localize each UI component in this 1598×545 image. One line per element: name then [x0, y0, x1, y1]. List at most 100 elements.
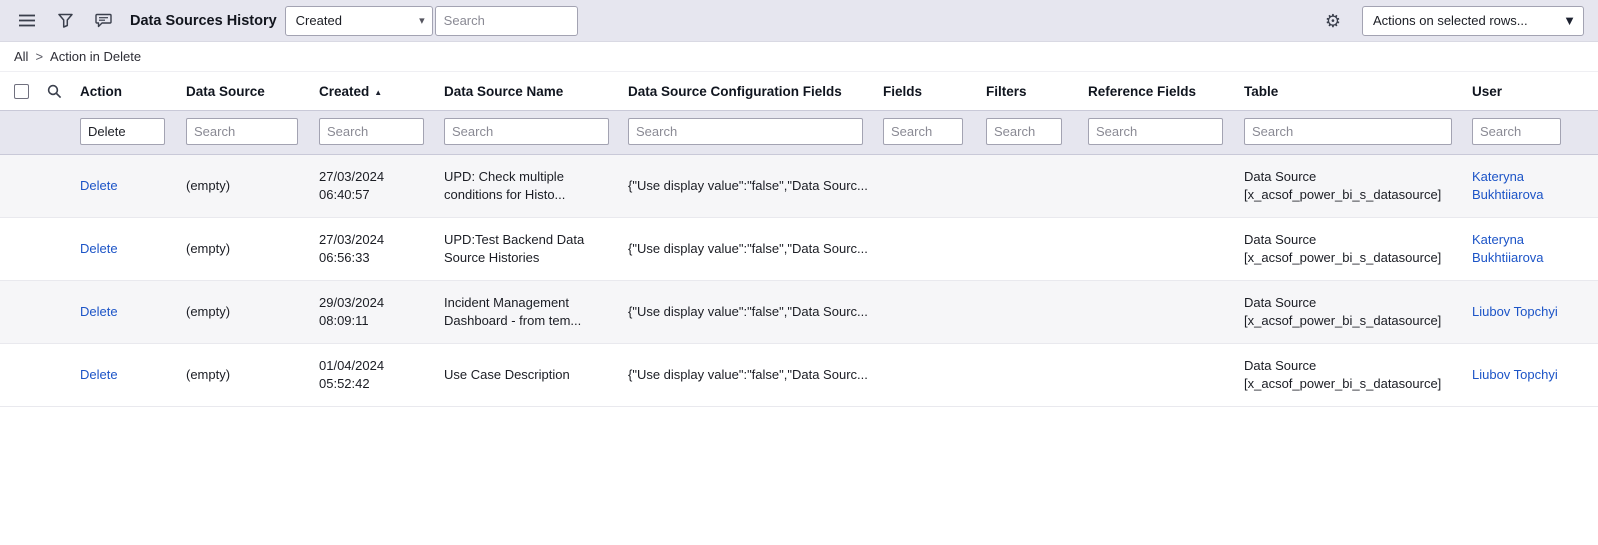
user-link[interactable]: Kateryna Bukhtiiarova	[1472, 169, 1544, 202]
filter-input-user[interactable]	[1472, 117, 1561, 145]
column-label: Action	[80, 83, 122, 99]
filter-row	[0, 109, 1598, 155]
menu-icon	[19, 14, 35, 27]
filter-input-created[interactable]	[319, 117, 424, 145]
column-label: User	[1472, 83, 1503, 99]
data-source-name-cell: Incident Management Dashboard - from tem…	[438, 280, 622, 344]
data-source-cell: (empty)	[180, 217, 313, 281]
column-header-row: Action Data Source Created ▲ Data Source …	[0, 72, 1598, 110]
table-name-cell: Data Source [x_acsof_power_bi_s_datasour…	[1238, 217, 1466, 281]
column-search-cell	[38, 72, 74, 110]
config-fields-cell: {"Use display value":"false","Data Sourc…	[622, 154, 877, 218]
table-name-cell: Data Source [x_acsof_power_bi_s_datasour…	[1238, 280, 1466, 344]
column-label: Data Source	[186, 83, 265, 99]
breadcrumb-separator: >	[35, 49, 44, 64]
row-select-cell	[0, 217, 38, 281]
row-select-cell	[0, 343, 38, 407]
filter-input-table[interactable]	[1244, 117, 1452, 145]
menu-button[interactable]	[14, 8, 40, 34]
fields-cell	[877, 217, 980, 281]
chat-icon	[94, 13, 112, 28]
list-header-bar: Data Sources History Created ▾ ⚙ Actions…	[0, 0, 1598, 42]
actions-dropdown-label: Actions on selected rows...	[1373, 13, 1528, 28]
row-gap-cell	[38, 343, 74, 407]
data-source-name-cell: UPD:Test Backend Data Source Histories	[438, 217, 622, 281]
column-label: Data Source Configuration Fields	[628, 83, 842, 99]
column-label: Table	[1244, 83, 1279, 99]
action-link[interactable]: Delete	[80, 304, 118, 319]
column-label: Data Source Name	[444, 83, 564, 99]
sort-ascending-icon: ▲	[374, 87, 383, 97]
table-row: Delete (empty) 27/03/2024 06:56:33 UPD:T…	[0, 217, 1598, 281]
column-header-config-fields[interactable]: Data Source Configuration Fields	[622, 72, 877, 110]
filter-input-action[interactable]	[80, 117, 165, 145]
data-sources-history-table: Action Data Source Created ▲ Data Source …	[0, 72, 1598, 407]
chat-button[interactable]	[90, 8, 116, 34]
data-source-cell: (empty)	[180, 343, 313, 407]
breadcrumb: All > Action in Delete	[0, 42, 1598, 72]
column-header-filters[interactable]: Filters	[980, 72, 1082, 110]
column-header-action[interactable]: Action	[74, 72, 180, 110]
config-fields-cell: {"Use display value":"false","Data Sourc…	[622, 280, 877, 344]
filters-cell	[980, 154, 1082, 218]
column-search-toggle[interactable]	[44, 81, 64, 101]
table-name-cell: Data Source [x_acsof_power_bi_s_datasour…	[1238, 343, 1466, 407]
filter-input-filters[interactable]	[986, 117, 1062, 145]
column-header-reference-fields[interactable]: Reference Fields	[1082, 72, 1238, 110]
data-source-cell: (empty)	[180, 280, 313, 344]
column-label: Fields	[883, 83, 923, 99]
fields-cell	[877, 343, 980, 407]
select-all-checkbox[interactable]	[14, 84, 29, 100]
filters-cell	[980, 217, 1082, 281]
breadcrumb-current[interactable]: Action in Delete	[50, 49, 141, 64]
filters-cell	[980, 343, 1082, 407]
caret-down-icon: ▼	[1563, 12, 1576, 28]
data-source-cell: (empty)	[180, 154, 313, 218]
row-gap-cell	[38, 154, 74, 218]
settings-button[interactable]: ⚙	[1320, 8, 1346, 34]
filter-input-config-fields[interactable]	[628, 117, 863, 145]
reference-fields-cell	[1082, 280, 1238, 344]
column-label: Filters	[986, 83, 1027, 99]
select-all-cell	[0, 72, 38, 110]
breadcrumb-all[interactable]: All	[14, 49, 28, 64]
chevron-down-icon: ▾	[419, 14, 425, 27]
user-link[interactable]: Liubov Topchyi	[1472, 304, 1558, 319]
list-search-input[interactable]	[434, 5, 578, 36]
row-select-cell	[0, 280, 38, 344]
column-label: Created	[319, 83, 370, 99]
column-header-data-source-name[interactable]: Data Source Name	[438, 72, 622, 110]
search-column-select[interactable]: Created ▾	[284, 5, 433, 36]
filter-input-data-source[interactable]	[186, 117, 298, 145]
action-link[interactable]: Delete	[80, 241, 118, 256]
created-cell: 27/03/2024 06:40:57	[313, 154, 438, 218]
created-cell: 01/04/2024 05:52:42	[313, 343, 438, 407]
column-header-created[interactable]: Created ▲	[313, 72, 438, 110]
filter-input-data-source-name[interactable]	[444, 117, 609, 145]
fields-cell	[877, 154, 980, 218]
user-link[interactable]: Liubov Topchyi	[1472, 367, 1558, 382]
page-title: Data Sources History	[130, 12, 277, 29]
search-column-value: Created	[295, 13, 342, 28]
action-link[interactable]: Delete	[80, 178, 118, 193]
created-cell: 27/03/2024 06:56:33	[313, 217, 438, 281]
user-link[interactable]: Kateryna Bukhtiiarova	[1472, 232, 1544, 265]
reference-fields-cell	[1082, 217, 1238, 281]
action-link[interactable]: Delete	[80, 367, 118, 382]
table-row: Delete (empty) 01/04/2024 05:52:42 Use C…	[0, 343, 1598, 407]
fields-cell	[877, 280, 980, 344]
config-fields-cell: {"Use display value":"false","Data Sourc…	[622, 217, 877, 281]
column-header-fields[interactable]: Fields	[877, 72, 980, 110]
row-gap-cell	[38, 217, 74, 281]
search-icon	[47, 84, 61, 98]
reference-fields-cell	[1082, 154, 1238, 218]
column-header-data-source[interactable]: Data Source	[180, 72, 313, 110]
filter-button[interactable]	[52, 8, 78, 34]
filters-cell	[980, 280, 1082, 344]
actions-dropdown[interactable]: Actions on selected rows... ▼	[1362, 5, 1584, 36]
column-header-table[interactable]: Table	[1238, 72, 1466, 110]
filter-input-fields[interactable]	[883, 117, 963, 145]
filter-input-reference-fields[interactable]	[1088, 117, 1223, 145]
column-header-user[interactable]: User	[1466, 72, 1598, 110]
column-label: Reference Fields	[1088, 83, 1197, 99]
